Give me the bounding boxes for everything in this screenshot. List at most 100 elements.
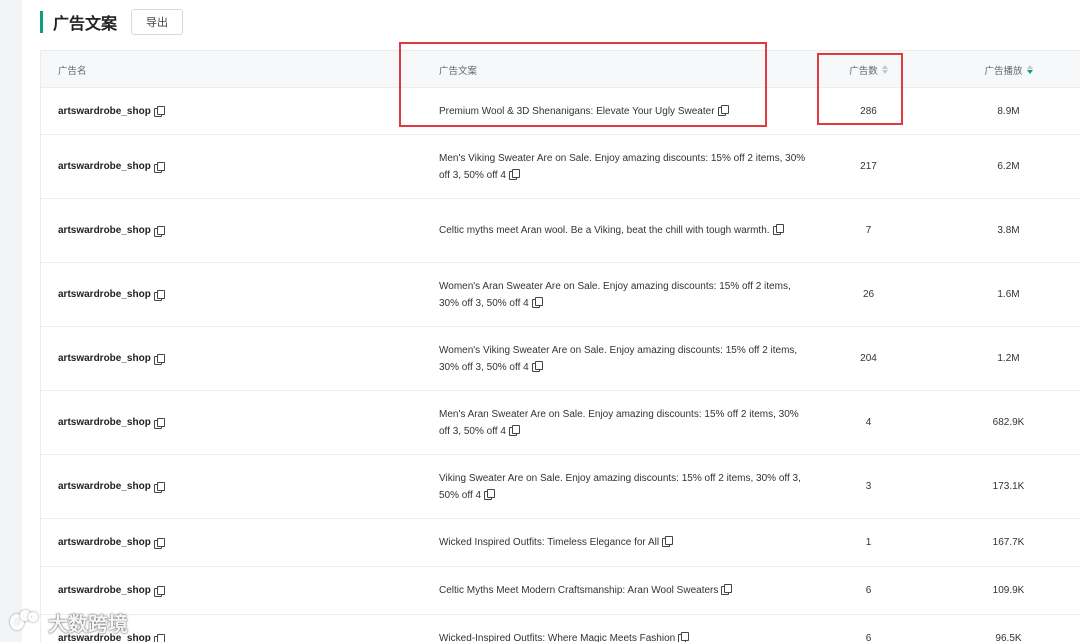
ad-plays: 173.1K — [992, 481, 1025, 492]
watermark-text: 大数跨境 — [48, 612, 128, 636]
ad-copy-cell: Premium Wool & 3D Shenanigans: Elevate Y… — [439, 88, 811, 134]
sort-desc-active-icon[interactable] — [1026, 65, 1033, 74]
ad-count: 26 — [862, 289, 875, 300]
section-header: 广告文案 导出 — [40, 9, 184, 35]
ad-copy-text: Premium Wool & 3D Shenanigans: Elevate Y… — [439, 105, 715, 117]
sort-icon[interactable] — [881, 65, 888, 74]
ad-copy-cell: Women's Aran Sweater Are on Sale. Enjoy … — [439, 263, 811, 326]
ad-plays: 1.6M — [997, 289, 1020, 300]
ad-copy-text: Women's Aran Sweater Are on Sale. Enjoy … — [439, 280, 791, 309]
copy-icon[interactable] — [772, 224, 784, 235]
ad-count-cell: 204 — [801, 327, 936, 390]
ad-copy-cell: Men's Viking Sweater Are on Sale. Enjoy … — [439, 135, 811, 198]
copy-icon[interactable] — [153, 161, 165, 173]
ad-name: artswardrobe_shop — [58, 289, 151, 300]
ad-name: artswardrobe_shop — [58, 105, 151, 117]
copy-icon[interactable] — [153, 353, 165, 365]
ad-count: 204 — [860, 353, 877, 364]
ad-copy-text: Celtic Myths Meet Modern Craftsmanship: … — [439, 585, 719, 596]
table-row: artswardrobe_shop Celtic Myths Meet Moder… — [41, 567, 1080, 615]
table-row: artswardrobe_shop Viking Sweater Are on S… — [41, 455, 1080, 519]
ad-name: artswardrobe_shop — [58, 481, 151, 492]
ad-count-cell: 6 — [801, 615, 936, 642]
table-row: artswardrobe_shop Men's Viking Sweater Ar… — [41, 135, 1080, 199]
ad-count-cell: 26 — [801, 263, 936, 326]
ad-name: artswardrobe_shop — [58, 585, 151, 596]
table-row: artswardrobe_shop Men's Aran Sweater Are … — [41, 391, 1080, 455]
ad-plays-cell: 3.8M — [936, 199, 1080, 262]
ad-name-cell: artswardrobe_shop — [58, 391, 165, 454]
copy-icon[interactable] — [153, 225, 165, 237]
ad-copy-text: Wicked-Inspired Outfits: Where Magic Mee… — [439, 633, 676, 642]
column-header-ad-count[interactable]: 广告数 — [801, 51, 936, 88]
copy-icon[interactable] — [717, 104, 729, 116]
ad-name-cell: artswardrobe_shop — [58, 327, 165, 390]
copy-icon[interactable] — [662, 536, 674, 547]
copy-icon[interactable] — [531, 360, 543, 372]
ad-name-cell: artswardrobe_shop — [58, 567, 165, 614]
copy-icon[interactable] — [678, 632, 690, 642]
ad-copy-panel: 广告文案 导出 广告名 广告文案 广告数 广告播放 artswardrobe_s… — [22, 0, 1080, 642]
ad-count-cell: 6 — [801, 567, 936, 614]
ad-plays-cell: 109.9K — [936, 567, 1080, 614]
ad-count-cell: 7 — [801, 199, 936, 262]
ad-copy-cell: Women's Viking Sweater Are on Sale. Enjo… — [439, 327, 811, 390]
copy-icon[interactable] — [153, 417, 165, 429]
copy-icon[interactable] — [153, 537, 165, 549]
ad-name: artswardrobe_shop — [58, 161, 151, 172]
copy-icon[interactable] — [153, 481, 165, 493]
ad-count: 217 — [860, 161, 877, 172]
ad-copy-cell: Celtic Myths Meet Modern Craftsmanship: … — [439, 567, 811, 614]
ad-count-cell: 1 — [801, 519, 936, 566]
ad-plays: 3.8M — [997, 225, 1020, 236]
ad-plays: 96.5K — [995, 633, 1022, 642]
ad-plays-cell: 6.2M — [936, 135, 1080, 198]
ad-count: 1 — [865, 537, 872, 548]
column-header-ad-plays[interactable]: 广告播放 — [936, 51, 1080, 88]
ad-plays: 8.9M — [997, 105, 1020, 117]
ad-count: 3 — [865, 481, 872, 492]
ad-copy-table: 广告名 广告文案 广告数 广告播放 artswardrobe_shop Premi… — [40, 50, 1080, 642]
watermark-logo-icon — [8, 609, 42, 636]
ad-plays-cell: 8.9M — [936, 88, 1080, 134]
ad-name: artswardrobe_shop — [58, 353, 151, 364]
ad-copy-text: Wicked Inspired Outfits: Timeless Elegan… — [439, 537, 660, 548]
watermark: 大数跨境 — [8, 608, 128, 637]
table-row: artswardrobe_shop Premium Wool & 3D Shena… — [41, 88, 1080, 135]
copy-icon[interactable] — [508, 168, 520, 180]
copy-icon[interactable] — [153, 633, 165, 642]
copy-icon[interactable] — [721, 584, 733, 595]
copy-icon[interactable] — [484, 488, 496, 500]
ad-name-cell: artswardrobe_shop — [58, 135, 165, 198]
ad-plays-cell: 1.6M — [936, 263, 1080, 326]
column-header-ad-copy: 广告文案 — [439, 65, 478, 77]
copy-icon[interactable] — [153, 106, 165, 117]
table-body: artswardrobe_shop Premium Wool & 3D Shena… — [41, 88, 1080, 642]
copy-icon[interactable] — [153, 585, 165, 597]
ad-name: artswardrobe_shop — [58, 225, 151, 236]
ad-name: artswardrobe_shop — [58, 417, 151, 428]
ad-copy-text: Men's Aran Sweater Are on Sale. Enjoy am… — [439, 408, 799, 437]
ad-count-cell: 286 — [801, 88, 936, 134]
ad-copy-cell: Wicked-Inspired Outfits: Where Magic Mee… — [439, 615, 811, 642]
ad-copy-cell: Viking Sweater Are on Sale. Enjoy amazin… — [439, 455, 811, 518]
ad-name-cell: artswardrobe_shop — [58, 88, 165, 134]
copy-icon[interactable] — [508, 424, 520, 436]
export-button[interactable]: 导出 — [131, 9, 184, 35]
ad-plays-cell: 167.7K — [936, 519, 1080, 566]
ad-count-cell: 4 — [801, 391, 936, 454]
ad-plays: 109.9K — [992, 585, 1025, 596]
ad-count-cell: 217 — [801, 135, 936, 198]
ad-copy-text: Celtic myths meet Aran wool. Be a Viking… — [439, 225, 770, 236]
ad-count: 4 — [865, 417, 872, 428]
ad-count-cell: 3 — [801, 455, 936, 518]
ad-plays: 167.7K — [992, 537, 1025, 548]
ad-name-cell: artswardrobe_shop — [58, 199, 165, 262]
copy-icon[interactable] — [531, 296, 543, 308]
table-row: artswardrobe_shop Women's Aran Sweater Ar… — [41, 263, 1080, 327]
table-row: artswardrobe_shop Women's Viking Sweater … — [41, 327, 1080, 391]
ad-count: 6 — [865, 585, 872, 596]
column-header-ad-name: 广告名 — [58, 65, 87, 77]
ad-plays-cell: 96.5K — [936, 615, 1080, 642]
copy-icon[interactable] — [153, 289, 165, 301]
